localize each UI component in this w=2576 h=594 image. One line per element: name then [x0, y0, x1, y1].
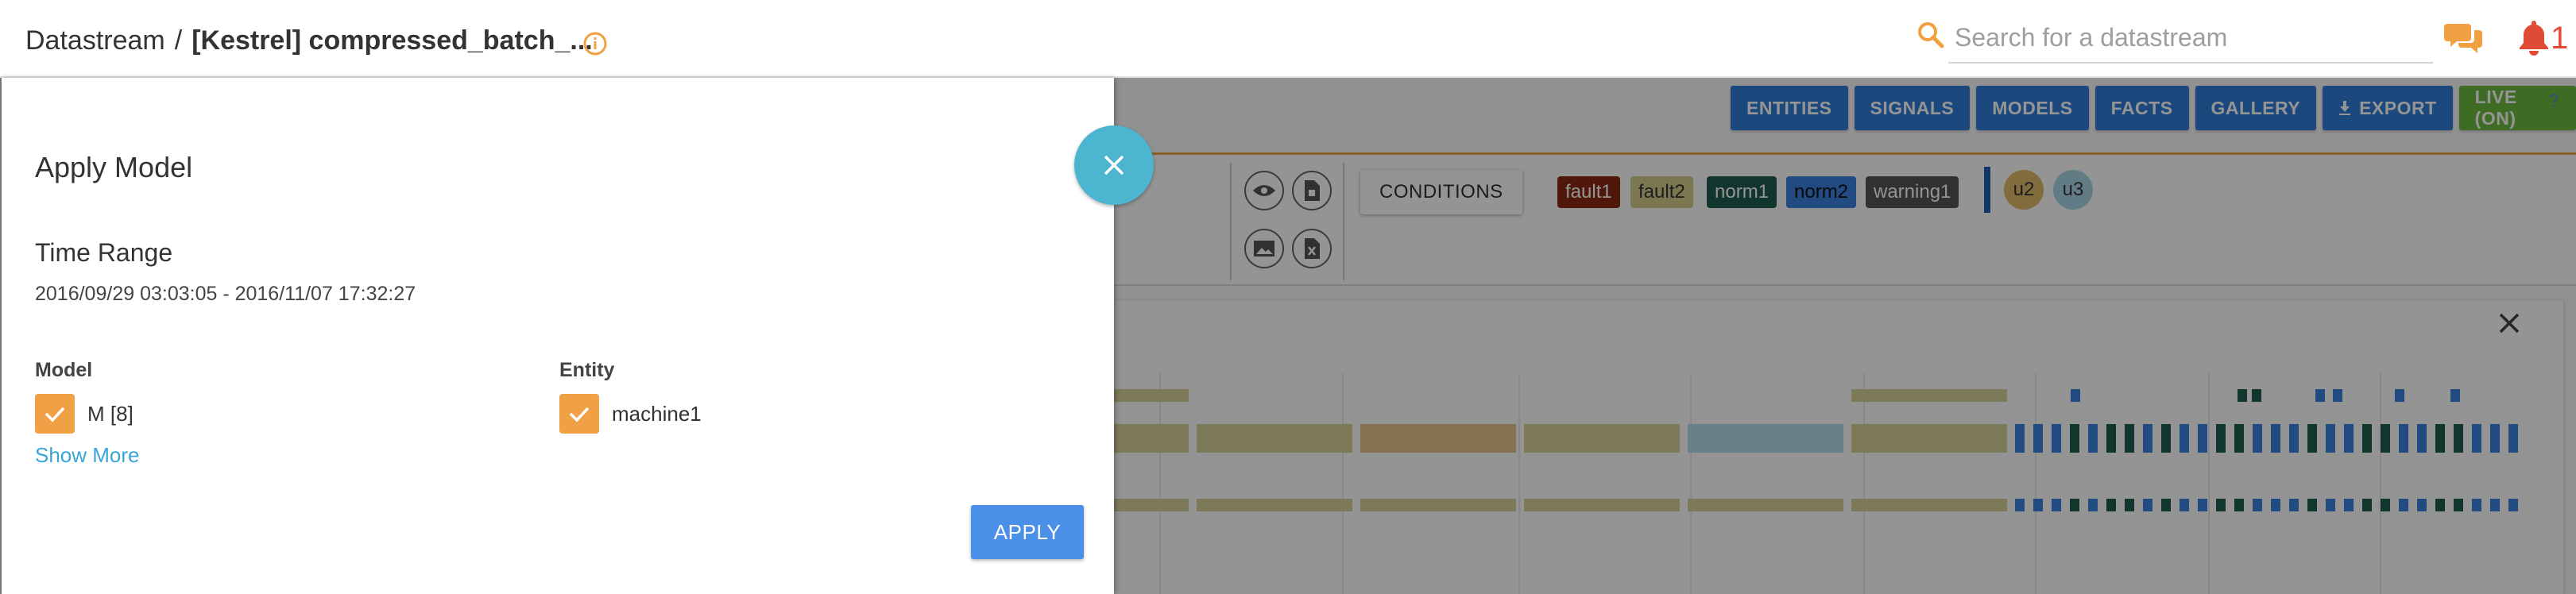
close-drawer-button[interactable]: [1074, 125, 1154, 205]
model-checkbox[interactable]: [35, 394, 75, 434]
time-range-value: 2016/09/29 03:03:05 - 2016/11/07 17:32:2…: [35, 283, 416, 305]
show-more-link[interactable]: Show More: [35, 443, 140, 468]
model-label: Model: [35, 359, 93, 381]
time-range-label: Time Range: [35, 238, 173, 267]
apply-model-drawer: Apply Model Time Range 2016/09/29 03:03:…: [0, 78, 1114, 594]
entity-label: Entity: [559, 359, 615, 381]
check-icon: [569, 407, 590, 422]
entity-item-label: machine1: [612, 402, 702, 426]
apply-button[interactable]: APPLY: [971, 505, 1084, 559]
entity-checkbox[interactable]: [559, 394, 599, 434]
model-item-label: M [8]: [87, 402, 133, 426]
check-icon: [44, 407, 65, 422]
close-icon: [1104, 155, 1124, 176]
drawer-title: Apply Model: [35, 151, 193, 183]
